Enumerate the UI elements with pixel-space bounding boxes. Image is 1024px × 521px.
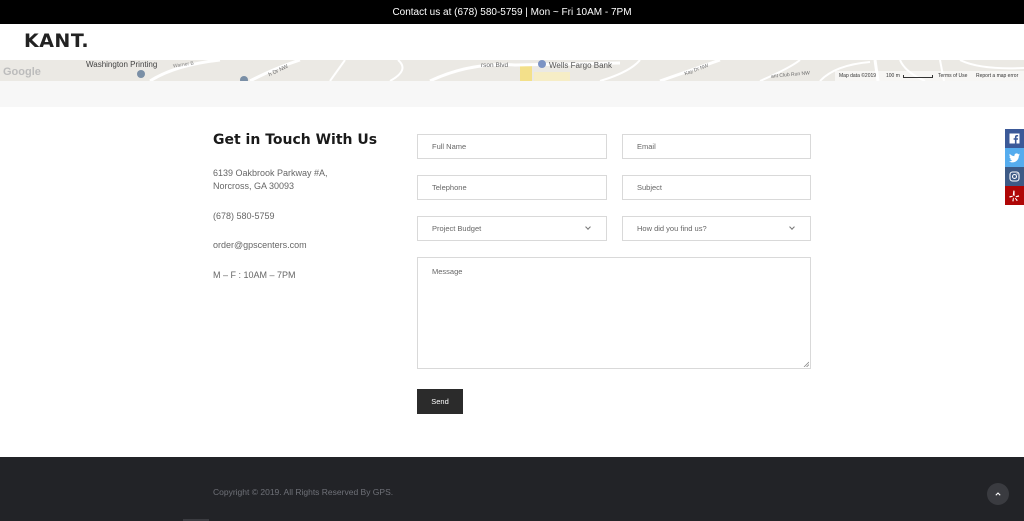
- contact-address: 6139 Oakbrook Parkway #A, Norcross, GA 3…: [213, 167, 328, 193]
- site-header: KANT.: [0, 24, 1024, 60]
- contact-phone: (678) 580-5759: [213, 211, 275, 221]
- telephone-placeholder: Telephone: [432, 183, 467, 192]
- map-data-credit: Map data ©2019: [839, 73, 877, 79]
- map-label-wells-fargo: Wells Fargo Bank: [549, 61, 612, 70]
- facebook-icon: [1009, 133, 1020, 144]
- message-placeholder: Message: [432, 267, 463, 276]
- page: Contact us at (678) 580-5759 | Mon ~ Fri…: [0, 0, 1024, 521]
- project-budget-value: Project Budget: [432, 224, 482, 233]
- message-textarea[interactable]: Message: [417, 257, 811, 369]
- chevron-up-icon: [995, 492, 1001, 496]
- top-contact-text: Contact us at (678) 580-5759 | Mon ~ Fri…: [392, 6, 632, 18]
- twitter-link[interactable]: [1005, 148, 1024, 167]
- referral-source-select[interactable]: How did you find us?: [622, 216, 811, 241]
- subject-input[interactable]: Subject: [622, 175, 811, 200]
- contact-title: Get in Touch With Us: [213, 132, 378, 148]
- map-bottom-band: [0, 81, 1024, 107]
- telephone-input[interactable]: Telephone: [417, 175, 607, 200]
- map-scale-label[interactable]: 100 m: [886, 73, 900, 79]
- resize-handle-icon[interactable]: [803, 361, 809, 367]
- instagram-link[interactable]: [1005, 167, 1024, 186]
- chevron-down-icon: [585, 224, 591, 230]
- contact-email: order@gpscenters.com: [213, 240, 307, 250]
- contact-info: Get in Touch With Us: [213, 132, 403, 166]
- copyright-text: Copyright © 2019. All Rights Reserved By…: [213, 487, 394, 497]
- twitter-icon: [1009, 152, 1020, 162]
- site-logo[interactable]: KANT.: [24, 30, 89, 52]
- address-line-1: 6139 Oakbrook Parkway #A,: [213, 168, 328, 178]
- google-watermark: Google: [3, 66, 41, 78]
- map-report-link[interactable]: Report a map error: [976, 73, 1018, 79]
- address-line-2: Norcross, GA 30093: [213, 181, 295, 191]
- map-pin-icon[interactable]: [137, 70, 145, 78]
- instagram-icon: [1009, 171, 1020, 182]
- embedded-map[interactable]: Google Washington Printing Warner B h Dr…: [0, 60, 1024, 81]
- contact-hours: M – F : 10AM – 7PM: [213, 270, 296, 280]
- subject-placeholder: Subject: [637, 183, 663, 192]
- bank-pin-icon[interactable]: [538, 60, 546, 68]
- project-budget-select[interactable]: Project Budget: [417, 216, 607, 241]
- facebook-link[interactable]: [1005, 129, 1024, 148]
- chevron-down-icon: [789, 224, 795, 230]
- yelp-link[interactable]: [1005, 186, 1024, 205]
- yelp-icon: [1009, 190, 1020, 201]
- full-name-input[interactable]: Full Name: [417, 134, 607, 159]
- back-to-top-button[interactable]: [987, 483, 1009, 505]
- top-contact-bar: Contact us at (678) 580-5759 | Mon ~ Fri…: [0, 0, 1024, 24]
- map-scale-bar: [903, 75, 933, 78]
- email-input[interactable]: Email: [622, 134, 811, 159]
- site-footer: Copyright © 2019. All Rights Reserved By…: [0, 457, 1024, 521]
- map-label-washington-printing: Washington Printing: [86, 60, 158, 69]
- email-placeholder: Email: [637, 142, 656, 151]
- map-terms-link[interactable]: Terms of Use: [938, 73, 967, 79]
- full-name-placeholder: Full Name: [432, 142, 467, 151]
- referral-source-value: How did you find us?: [637, 224, 707, 233]
- map-label-blvd: rson Blvd: [481, 62, 509, 69]
- send-button[interactable]: Send: [417, 389, 463, 414]
